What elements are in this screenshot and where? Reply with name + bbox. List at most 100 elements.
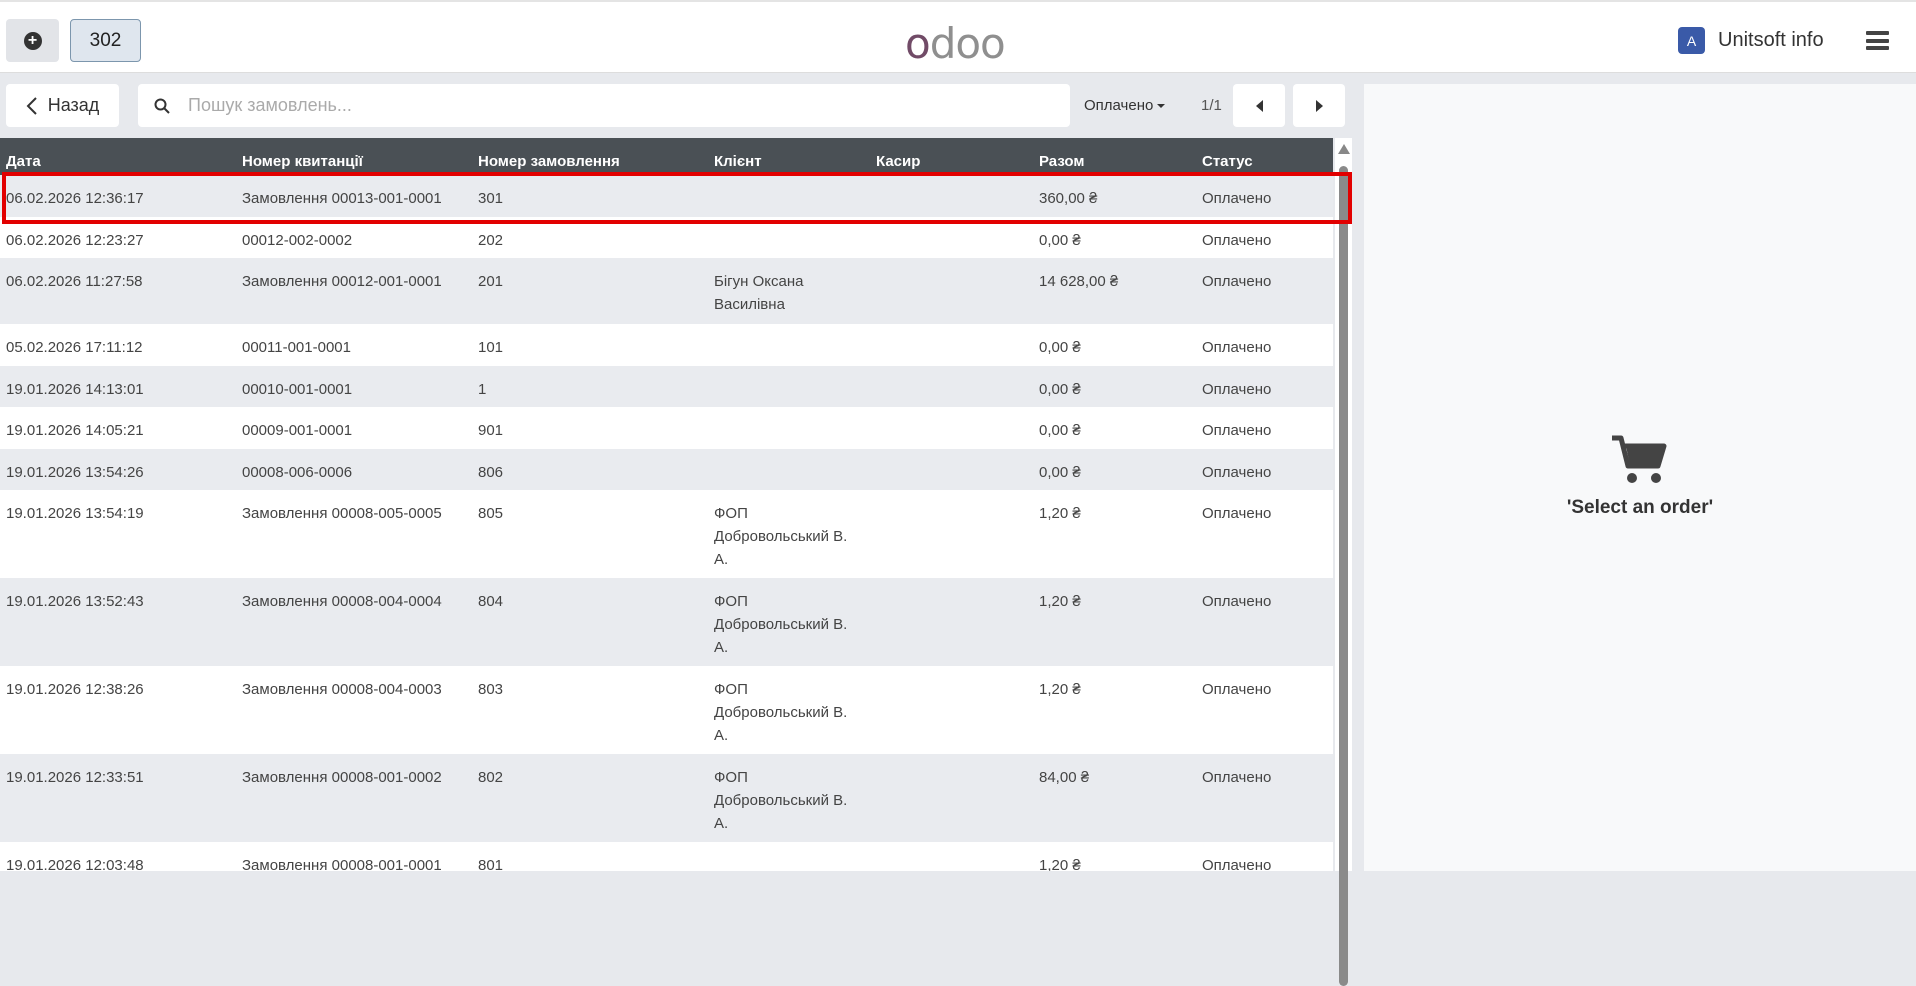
orders-table: Дата Номер квитанції Номер замовлення Кл… <box>0 138 1333 871</box>
cell-order: 201 <box>478 273 504 290</box>
cell-date: 06.02.2026 11:27:58 <box>6 273 143 290</box>
next-page-button[interactable] <box>1293 84 1345 127</box>
search-icon <box>154 98 170 114</box>
odoo-logo: odoo <box>905 19 1006 68</box>
cell-total: 360,00 ₴ <box>1039 190 1098 207</box>
cell-date: 06.02.2026 12:36:17 <box>6 190 144 207</box>
cell-date: 05.02.2026 17:11:12 <box>6 339 143 356</box>
table-row[interactable]: 19.01.2026 12:38:26 Замовлення 00008-004-… <box>0 666 1333 754</box>
order-detail-panel: 'Select an order' <box>1364 84 1916 871</box>
cell-receipt: Замовлення 00008-001-0001 <box>242 857 442 871</box>
cell-date: 19.01.2026 13:54:19 <box>6 505 144 522</box>
back-button[interactable]: Назад <box>6 84 119 127</box>
caret-left-icon <box>1255 99 1263 112</box>
cell-total: 0,00 ₴ <box>1039 422 1081 439</box>
cell-order: 301 <box>478 190 504 207</box>
cell-receipt: Замовлення 00008-004-0003 <box>242 681 442 698</box>
cell-order: 101 <box>478 339 504 356</box>
table-row[interactable]: 19.01.2026 14:13:01 00010-001-0001 1 0,00 ₴… <box>0 365 1333 407</box>
cell-order: 1 <box>478 380 487 398</box>
cell-total: 84,00 ₴ <box>1039 769 1090 786</box>
cell-total: 14 628,00 ₴ <box>1039 273 1119 290</box>
cell-client: ФОП Добровольський В. А. <box>714 593 848 656</box>
chevron-left-icon <box>26 96 37 115</box>
top-bar: + 302 odoo A Unitsoft info <box>0 0 1916 73</box>
cell-receipt: 00009-001-0001 <box>242 422 353 439</box>
prev-page-button[interactable] <box>1233 84 1285 127</box>
scrollbar[interactable] <box>1335 138 1352 986</box>
cell-status: Оплачено <box>1202 593 1272 610</box>
column-header[interactable]: Клієнт <box>714 150 864 173</box>
table-row[interactable]: 19.01.2026 13:54:26 00008-006-0006 806 0,00… <box>0 448 1333 490</box>
cell-client: ФОП Добровольський В. А. <box>714 681 848 744</box>
cell-order: 806 <box>478 463 504 481</box>
cell-order: 805 <box>478 505 504 522</box>
cart-icon <box>1612 435 1667 483</box>
column-header[interactable]: Номер замовлення <box>478 150 620 173</box>
scroll-up-icon[interactable] <box>1338 144 1350 154</box>
cell-total: 1,20 ₴ <box>1039 593 1081 610</box>
column-header[interactable]: Дата <box>6 150 41 173</box>
status-filter-dropdown[interactable]: Оплачено <box>1084 97 1165 114</box>
cell-date: 19.01.2026 13:52:43 <box>6 593 144 610</box>
cell-total: 0,00 ₴ <box>1039 463 1081 481</box>
empty-state: 'Select an order' <box>1364 434 1916 519</box>
cell-receipt: 00011-001-0001 <box>242 339 351 356</box>
cell-receipt: 00008-006-0006 <box>242 463 353 481</box>
cell-status: Оплачено <box>1202 505 1272 522</box>
cell-date: 06.02.2026 12:23:27 <box>6 231 144 249</box>
back-label: Назад <box>47 95 100 115</box>
column-header[interactable]: Статус <box>1202 150 1253 173</box>
cell-receipt: 00010-001-0001 <box>242 380 353 398</box>
hamburger-icon[interactable] <box>1866 31 1889 50</box>
search-box[interactable] <box>138 84 1070 127</box>
cell-date: 19.01.2026 13:54:26 <box>6 463 144 481</box>
cell-date: 19.01.2026 12:33:51 <box>6 769 144 786</box>
cell-receipt: Замовлення 00013-001-0001 <box>242 190 442 207</box>
avatar: A <box>1678 27 1705 54</box>
cell-receipt: Замовлення 00008-005-0005 <box>242 505 442 522</box>
plus-circle-icon: + <box>23 31 42 50</box>
user-name: Unitsoft info <box>1718 29 1824 51</box>
cell-receipt: Замовлення 00012-001-0001 <box>242 273 442 290</box>
current-order-button[interactable]: 302 <box>70 19 141 62</box>
table-row[interactable]: 19.01.2026 14:05:21 00009-001-0001 901 0,00… <box>0 407 1333 449</box>
column-header[interactable]: Номер квитанції <box>242 150 363 173</box>
cell-total: 0,00 ₴ <box>1039 380 1081 398</box>
cell-total: 1,20 ₴ <box>1039 505 1081 522</box>
cell-order: 901 <box>478 422 504 439</box>
table-row[interactable]: 05.02.2026 17:11:12 00011-001-0001 101 0,00… <box>0 324 1333 366</box>
search-input[interactable] <box>188 95 988 116</box>
table-row[interactable]: 19.01.2026 13:54:19 Замовлення 00008-005-… <box>0 490 1333 578</box>
cell-date: 19.01.2026 12:03:48 <box>6 857 144 871</box>
new-order-button[interactable]: + <box>6 19 59 62</box>
caret-right-icon <box>1315 99 1323 112</box>
cell-status: Оплачено <box>1202 273 1272 290</box>
cell-order: 802 <box>478 769 504 786</box>
table-row[interactable]: 06.02.2026 11:27:58 Замовлення 00012-001-… <box>0 258 1333 324</box>
column-header[interactable]: Касир <box>876 150 920 173</box>
user-menu[interactable]: A Unitsoft info <box>1678 27 1824 54</box>
cell-order: 202 <box>478 231 504 249</box>
cell-status: Оплачено <box>1202 339 1272 356</box>
table-row[interactable]: 19.01.2026 13:52:43 Замовлення 00008-004-… <box>0 578 1333 666</box>
cell-date: 19.01.2026 12:38:26 <box>6 681 144 698</box>
cell-total: 1,20 ₴ <box>1039 857 1081 871</box>
cell-status: Оплачено <box>1202 463 1272 481</box>
table-row[interactable]: 06.02.2026 12:23:27 00012-002-0002 202 0,00… <box>0 216 1333 258</box>
table-row[interactable]: 19.01.2026 12:33:51 Замовлення 00008-001-… <box>0 754 1333 842</box>
table-row[interactable]: 06.02.2026 12:36:17 Замовлення 00013-001-… <box>0 175 1333 217</box>
column-header[interactable]: Разом <box>1039 150 1084 173</box>
table-row[interactable]: 19.01.2026 12:03:48 Замовлення 00008-001-… <box>0 842 1333 871</box>
cell-order: 801 <box>478 857 504 871</box>
scrollbar-thumb[interactable] <box>1339 166 1348 986</box>
cell-total: 0,00 ₴ <box>1039 339 1081 356</box>
cell-status: Оплачено <box>1202 857 1272 871</box>
cell-date: 19.01.2026 14:05:21 <box>6 422 144 439</box>
cell-client: ФОП Добровольський В. А. <box>714 769 848 832</box>
table-header: Дата Номер квитанції Номер замовлення Кл… <box>0 138 1333 175</box>
cell-total: 1,20 ₴ <box>1039 681 1081 698</box>
cell-status: Оплачено <box>1202 681 1272 698</box>
cell-order: 804 <box>478 593 504 610</box>
cell-status: Оплачено <box>1202 769 1272 786</box>
